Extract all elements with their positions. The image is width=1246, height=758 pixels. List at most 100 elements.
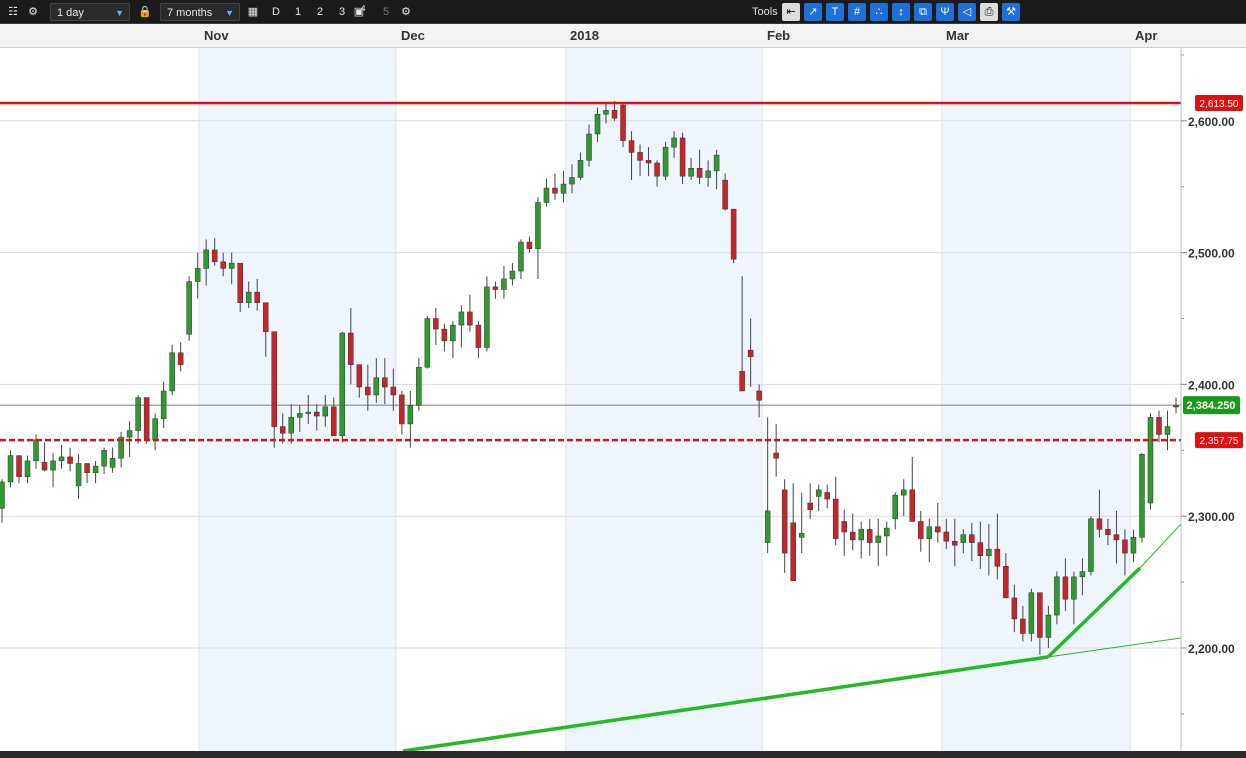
chevron-down-icon: ▼: [115, 8, 124, 18]
y-tick-label: 2,200.00: [1188, 642, 1235, 656]
candle: [50, 452, 56, 488]
period-button-2[interactable]: 2: [311, 3, 329, 21]
candle-body: [177, 352, 184, 365]
candle-body: [1173, 405, 1179, 408]
layout-superscript: 4: [361, 4, 366, 13]
candle: [84, 463, 90, 484]
period-button-5[interactable]: 5: [377, 3, 395, 21]
candle-body: [1079, 571, 1086, 578]
candle: [1139, 452, 1145, 543]
candle-body: [1130, 537, 1137, 554]
candle-body: [696, 167, 703, 178]
text-tool-icon[interactable]: T: [826, 3, 844, 21]
candle: [560, 170, 567, 203]
candle: [484, 276, 490, 352]
candle-body: [135, 397, 141, 431]
range-value: 7 months: [167, 7, 213, 19]
candle-body: [41, 461, 48, 471]
candle-body: [475, 324, 482, 348]
candle: [109, 447, 116, 473]
period-button-3[interactable]: 3: [333, 3, 351, 21]
tools-label: Tools: [752, 6, 778, 18]
trendline-tool-icon[interactable]: ↗: [804, 3, 822, 21]
time-axis: Nov Dec 2018 Feb Mar Apr: [0, 24, 1246, 48]
candle-body: [441, 328, 448, 342]
tool-settings-icon[interactable]: ⚒: [1002, 3, 1020, 21]
candle-body: [92, 465, 99, 473]
level-badge-label: 2,357.75: [1200, 436, 1239, 447]
candle: [535, 197, 541, 279]
candle-body: [1122, 539, 1128, 554]
candle-body: [543, 187, 550, 203]
month-label-dec: Dec: [401, 28, 425, 43]
grid-tool-icon[interactable]: #: [848, 3, 866, 21]
candle-body: [1113, 534, 1120, 541]
candle-body: [603, 110, 609, 115]
candle: [399, 390, 405, 435]
candle-body: [781, 489, 788, 554]
candle-body: [382, 377, 388, 388]
candle-body: [892, 494, 899, 520]
candle-body: [1164, 426, 1171, 435]
candle: [16, 455, 22, 484]
candle-body: [569, 177, 575, 185]
channel-tool-icon[interactable]: ↕: [892, 3, 910, 21]
fibonacci-tool-icon[interactable]: ∴: [870, 3, 888, 21]
candle-body: [211, 249, 218, 263]
candle: [1156, 410, 1162, 443]
trendline-short-extension: [1139, 523, 1182, 569]
candle-body: [305, 411, 312, 414]
calendar-icon[interactable]: ▦: [244, 3, 262, 21]
lock-icon[interactable]: 🔒: [136, 3, 154, 21]
candle-body: [918, 521, 924, 539]
candle: [832, 476, 839, 546]
candle-body: [1054, 576, 1060, 616]
candle-body: [1062, 576, 1069, 600]
candlestick-chart[interactable]: 2,200.00 2,300.00 2,400.00 2,500.00 2,600.00…: [0, 48, 1246, 751]
menu-icon[interactable]: ☷: [4, 3, 22, 21]
candle-body: [1147, 417, 1154, 504]
candle: [909, 456, 916, 522]
candle-body: [433, 318, 439, 330]
candle-body: [654, 162, 660, 177]
candle-body: [50, 460, 56, 471]
candle-body: [424, 318, 431, 368]
candle: [509, 263, 516, 286]
candle-body: [628, 140, 635, 153]
candle: [892, 492, 899, 530]
candle-body: [373, 377, 380, 396]
candle-body: [637, 152, 643, 161]
candle-body: [467, 311, 473, 326]
candle: [866, 518, 873, 556]
pitchfork-tool-icon[interactable]: Ψ: [936, 3, 954, 21]
candle-body: [262, 302, 269, 332]
candle-body: [356, 364, 363, 388]
back-arrow-icon[interactable]: ⇤: [782, 3, 800, 21]
interval-dropdown[interactable]: 1 day ▼: [50, 3, 130, 21]
candle-body: [84, 463, 90, 473]
chart-settings-icon[interactable]: ⚙: [397, 3, 415, 21]
candle-body: [58, 456, 65, 462]
settings-gear-icon[interactable]: ⚙: [24, 3, 42, 21]
candle-body: [314, 411, 320, 417]
price-badges: 2,613.50 2,357.75 2,384.250: [1183, 95, 1243, 449]
print-icon[interactable]: ⎙: [980, 3, 998, 21]
candle: [918, 510, 924, 552]
candle: [773, 423, 779, 477]
candle: [1028, 588, 1035, 642]
candle: [1088, 516, 1094, 576]
shape-tool-icon[interactable]: ◁: [958, 3, 976, 21]
candle-body: [16, 455, 22, 477]
candle-body: [952, 540, 958, 546]
range-dropdown[interactable]: 7 months ▼: [160, 3, 240, 21]
candle-body: [773, 452, 779, 459]
candle-body: [935, 526, 941, 533]
candle-body: [297, 413, 303, 418]
bottom-scrollbar[interactable]: [0, 751, 1246, 758]
y-tick-label: 2,300.00: [1188, 510, 1235, 524]
candle-body: [1003, 566, 1009, 599]
candle-body: [1156, 417, 1162, 435]
layers-tool-icon[interactable]: ⧉: [914, 3, 932, 21]
period-button-1[interactable]: 1: [289, 3, 307, 21]
period-button-d[interactable]: D: [267, 3, 285, 21]
